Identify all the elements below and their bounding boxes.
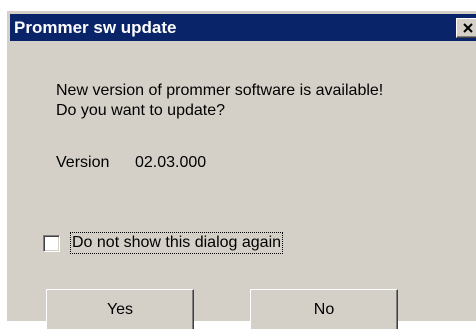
title-bar[interactable]: Prommer sw update [10, 14, 476, 41]
close-icon [463, 23, 473, 33]
dont-show-again-checkbox[interactable] [43, 235, 60, 252]
yes-button[interactable]: Yes [46, 289, 194, 329]
close-button[interactable] [456, 18, 476, 38]
update-dialog: Prommer sw update New version of prommer… [6, 10, 476, 329]
version-value: 02.03.000 [135, 154, 207, 171]
message-line-1: New version of prommer software is avail… [56, 82, 384, 99]
version-label: Version [56, 154, 110, 171]
message-line-2: Do you want to update? [56, 102, 226, 119]
dialog-title: Prommer sw update [14, 17, 177, 37]
dont-show-again-label[interactable]: Do not show this dialog again [69, 232, 284, 254]
no-button[interactable]: No [250, 289, 398, 329]
